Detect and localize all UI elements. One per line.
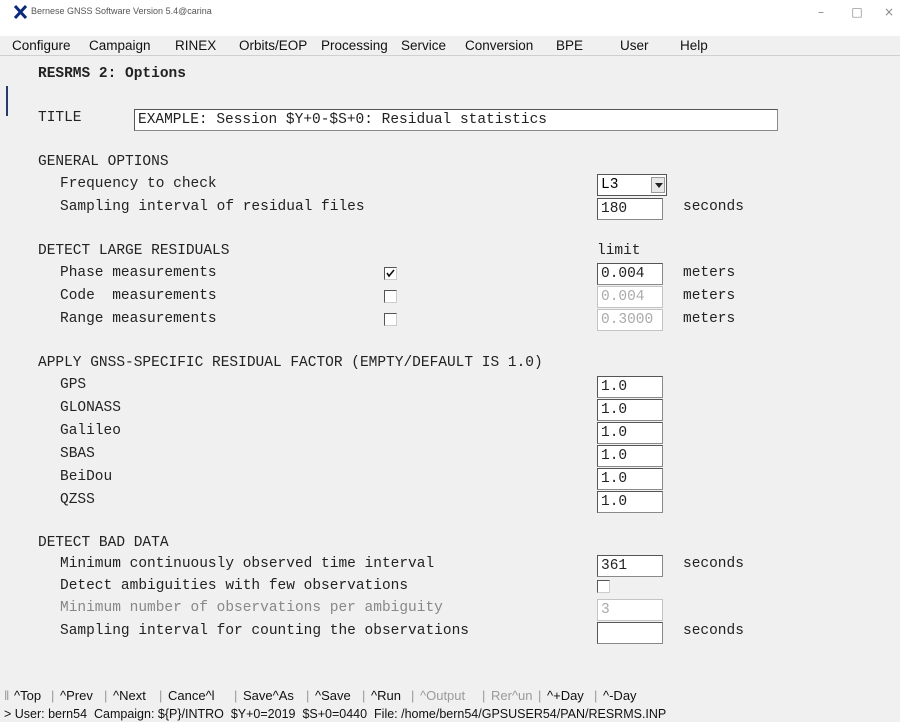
gnss-label-galileo: Galileo: [60, 423, 121, 439]
menu-bpe[interactable]: BPE: [556, 38, 583, 53]
min-obs-input[interactable]: 3: [597, 599, 663, 621]
gnss-factor-beidou[interactable]: 1.0: [597, 468, 663, 490]
close-button[interactable]: ×: [878, 3, 900, 21]
menu-user[interactable]: User: [620, 38, 649, 53]
min-interval-unit: seconds: [683, 556, 744, 572]
range-checkbox[interactable]: [384, 313, 397, 326]
phase-checkbox[interactable]: [384, 267, 397, 280]
save-as-button[interactable]: Save^As: [243, 688, 294, 703]
menu-bar: Configure Campaign RINEX Orbits/EOP Proc…: [0, 36, 900, 56]
window-titlebar: Bernese GNSS Software Version 5.4@carina…: [0, 0, 900, 36]
menu-campaign[interactable]: Campaign: [89, 38, 151, 53]
plus-day-button[interactable]: ^+Day: [547, 688, 584, 703]
min-interval-input[interactable]: 361: [597, 555, 663, 577]
minimize-button[interactable]: –: [810, 3, 832, 21]
bar-separator: |: [594, 688, 598, 703]
checkmark-icon: [386, 269, 395, 278]
menu-help[interactable]: Help: [680, 38, 708, 53]
title-label: TITLE: [38, 110, 82, 126]
phase-label: Phase measurements: [60, 265, 217, 281]
count-interval-unit: seconds: [683, 623, 744, 639]
range-unit: meters: [683, 311, 736, 327]
sampling-interval-input[interactable]: 180: [597, 198, 663, 220]
bar-separator: |: [51, 688, 55, 703]
menu-orbits-eop[interactable]: Orbits/EOP: [239, 38, 307, 53]
bernese-logo-icon: [14, 5, 27, 19]
few-obs-checkbox[interactable]: [597, 580, 610, 593]
min-obs-label: Minimum number of observations per ambig…: [60, 600, 443, 616]
menu-configure[interactable]: Configure: [12, 38, 71, 53]
range-label: Range measurements: [60, 311, 217, 327]
gnss-label-beidou: BeiDou: [60, 469, 113, 485]
gnss-factor-qzss[interactable]: 1.0: [597, 491, 663, 513]
next-button[interactable]: ^Next: [113, 688, 146, 703]
options-panel: RESRMS 2: Options TITLE EXAMPLE: Session…: [0, 56, 900, 682]
maximize-button[interactable]: □: [846, 3, 868, 21]
gnss-factor-galileo[interactable]: 1.0: [597, 422, 663, 444]
phase-limit-input[interactable]: 0.004: [597, 263, 663, 285]
code-unit: meters: [683, 288, 736, 304]
cancel-button[interactable]: Cance^l: [168, 688, 215, 703]
menu-service[interactable]: Service: [401, 38, 446, 53]
gnss-label-qzss: QZSS: [60, 492, 95, 508]
gnss-factor-sbas[interactable]: 1.0: [597, 445, 663, 467]
few-obs-label: Detect ambiguities with few observations: [60, 578, 409, 594]
bar-separator: |: [306, 688, 310, 703]
count-interval-input[interactable]: [597, 622, 663, 644]
code-checkbox[interactable]: [384, 290, 397, 303]
bar-separator: |: [411, 688, 415, 703]
range-limit-input[interactable]: 0.3000: [597, 309, 663, 331]
bar-separator: |: [159, 688, 163, 703]
sampling-label: Sampling interval of residual files: [60, 199, 365, 215]
sampling-unit: seconds: [683, 199, 744, 215]
large-residuals-heading: DETECT LARGE RESIDUALS: [38, 243, 230, 259]
bar-separator: |: [104, 688, 108, 703]
title-input[interactable]: EXAMPLE: Session $Y+0-$S+0: Residual sta…: [134, 109, 778, 131]
gnss-label-sbas: SBAS: [60, 446, 95, 462]
bad-data-heading: DETECT BAD DATA: [38, 535, 169, 551]
panel-edge-mark: [6, 86, 8, 116]
window-title: Bernese GNSS Software Version 5.4@carina: [31, 6, 212, 16]
gnss-label-gps: GPS: [60, 377, 87, 393]
menu-rinex[interactable]: RINEX: [175, 38, 216, 53]
gnss-factor-heading: APPLY GNSS-SPECIFIC RESIDUAL FACTOR (EMP…: [38, 355, 543, 371]
gnss-label-glonass: GLONASS: [60, 400, 121, 416]
gnss-factor-gps[interactable]: 1.0: [597, 376, 663, 398]
bar-separator: |: [362, 688, 366, 703]
frequency-select[interactable]: L3: [597, 174, 667, 196]
run-button[interactable]: ^Run: [371, 688, 401, 703]
bar-separator: |: [234, 688, 238, 703]
output-button[interactable]: ^Output: [420, 688, 465, 703]
bar-separator: ‖: [4, 688, 10, 703]
top-button[interactable]: ^Top: [14, 688, 41, 703]
min-interval-label: Minimum continuously observed time inter…: [60, 556, 435, 572]
gnss-factor-glonass[interactable]: 1.0: [597, 399, 663, 421]
minus-day-button[interactable]: ^-Day: [603, 688, 637, 703]
phase-unit: meters: [683, 265, 736, 281]
rerun-button[interactable]: Rer^un: [491, 688, 533, 703]
code-label: Code measurements: [60, 288, 217, 304]
panel-heading: RESRMS 2: Options: [38, 66, 186, 82]
prev-button[interactable]: ^Prev: [60, 688, 93, 703]
limit-header: limit: [597, 243, 641, 259]
menu-conversion[interactable]: Conversion: [465, 38, 533, 53]
menu-processing[interactable]: Processing: [321, 38, 388, 53]
frequency-label: Frequency to check: [60, 176, 217, 192]
dropdown-arrow-icon[interactable]: [651, 177, 665, 193]
frequency-value: L3: [601, 177, 619, 193]
status-line: > User: bern54 Campaign: ${P}/INTRO $Y+0…: [4, 707, 667, 721]
code-limit-input[interactable]: 0.004: [597, 286, 663, 308]
bar-separator: |: [482, 688, 486, 703]
save-button[interactable]: ^Save: [315, 688, 351, 703]
bottom-bar: ‖ ^Top | ^Prev | ^Next | Cance^l | Save^…: [0, 682, 900, 722]
count-interval-label: Sampling interval for counting the obser…: [60, 623, 469, 639]
general-options-heading: GENERAL OPTIONS: [38, 154, 169, 170]
bar-separator: |: [538, 688, 542, 703]
